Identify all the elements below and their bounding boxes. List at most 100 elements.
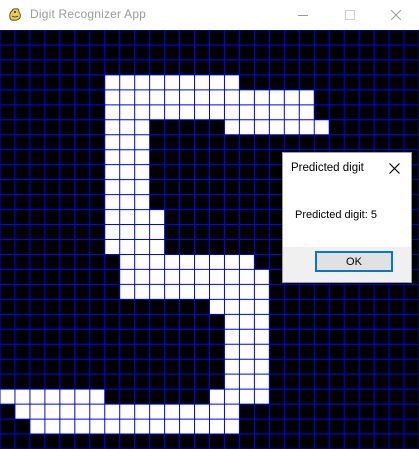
filled-pixel[interactable] [14,404,30,420]
filled-pixel[interactable] [44,419,60,435]
filled-pixel[interactable] [59,419,75,435]
filled-pixel[interactable] [209,104,225,120]
filled-pixel[interactable] [119,209,135,225]
filled-pixel[interactable] [134,104,150,120]
filled-pixel[interactable] [224,419,240,435]
dialog-close-button[interactable] [383,158,405,178]
filled-pixel[interactable] [119,134,135,150]
maximize-button[interactable] [327,0,373,30]
filled-pixel[interactable] [254,284,270,300]
filled-pixel[interactable] [254,299,270,315]
filled-pixel[interactable] [44,389,60,405]
filled-pixel[interactable] [119,179,135,195]
filled-pixel[interactable] [164,74,180,90]
filled-pixel[interactable] [149,404,165,420]
filled-pixel[interactable] [149,239,165,255]
filled-pixel[interactable] [74,404,90,420]
filled-pixel[interactable] [119,224,135,240]
filled-pixel[interactable] [239,359,255,375]
filled-pixel[interactable] [224,269,240,285]
filled-pixel[interactable] [134,74,150,90]
filled-pixel[interactable] [134,179,150,195]
filled-pixel[interactable] [134,209,150,225]
filled-pixel[interactable] [59,389,75,405]
filled-pixel[interactable] [134,194,150,210]
minimize-button[interactable] [280,0,326,30]
filled-pixel[interactable] [119,164,135,180]
filled-pixel[interactable] [179,104,195,120]
ok-button[interactable]: OK [315,251,393,272]
filled-pixel[interactable] [74,389,90,405]
filled-pixel[interactable] [119,119,135,135]
filled-pixel[interactable] [104,209,120,225]
filled-pixel[interactable] [149,74,165,90]
filled-pixel[interactable] [134,224,150,240]
filled-pixel[interactable] [224,329,240,345]
filled-pixel[interactable] [104,419,120,435]
filled-pixel[interactable] [134,164,150,180]
filled-pixel[interactable] [104,224,120,240]
filled-pixel[interactable] [14,389,30,405]
filled-pixel[interactable] [239,104,255,120]
filled-pixel[interactable] [179,404,195,420]
filled-pixel[interactable] [164,404,180,420]
filled-pixel[interactable] [209,89,225,105]
filled-pixel[interactable] [209,404,225,420]
filled-pixel[interactable] [254,389,270,405]
filled-pixel[interactable] [314,119,330,135]
filled-pixel[interactable] [134,149,150,165]
filled-pixel[interactable] [254,359,270,375]
filled-pixel[interactable] [149,89,165,105]
filled-pixel[interactable] [239,299,255,315]
filled-pixel[interactable] [284,104,300,120]
filled-pixel[interactable] [194,104,210,120]
filled-pixel[interactable] [104,179,120,195]
filled-pixel[interactable] [149,269,165,285]
filled-pixel[interactable] [194,89,210,105]
filled-pixel[interactable] [104,134,120,150]
filled-pixel[interactable] [239,314,255,330]
close-button[interactable] [373,0,419,30]
filled-pixel[interactable] [149,209,165,225]
filled-pixel[interactable] [239,284,255,300]
filled-pixel[interactable] [224,314,240,330]
filled-pixel[interactable] [194,419,210,435]
filled-pixel[interactable] [224,299,240,315]
filled-pixel[interactable] [134,269,150,285]
filled-pixel[interactable] [239,254,255,270]
filled-pixel[interactable] [149,104,165,120]
filled-pixel[interactable] [224,119,240,135]
filled-pixel[interactable] [269,89,285,105]
filled-pixel[interactable] [89,404,105,420]
filled-pixel[interactable] [209,74,225,90]
filled-pixel[interactable] [179,74,195,90]
filled-pixel[interactable] [134,419,150,435]
filled-pixel[interactable] [104,149,120,165]
filled-pixel[interactable] [299,104,315,120]
filled-pixel[interactable] [149,419,165,435]
filled-pixel[interactable] [164,284,180,300]
filled-pixel[interactable] [134,89,150,105]
filled-pixel[interactable] [29,404,45,420]
filled-pixel[interactable] [119,254,135,270]
filled-pixel[interactable] [269,104,285,120]
filled-pixel[interactable] [209,269,225,285]
filled-pixel[interactable] [209,284,225,300]
filled-pixel[interactable] [119,239,135,255]
filled-pixel[interactable] [299,89,315,105]
filled-pixel[interactable] [224,254,240,270]
filled-pixel[interactable] [104,74,120,90]
filled-pixel[interactable] [119,149,135,165]
filled-pixel[interactable] [164,104,180,120]
filled-pixel[interactable] [179,254,195,270]
filled-pixel[interactable] [209,389,225,405]
filled-pixel[interactable] [194,74,210,90]
filled-pixel[interactable] [119,89,135,105]
filled-pixel[interactable] [104,89,120,105]
filled-pixel[interactable] [179,419,195,435]
filled-pixel[interactable] [149,254,165,270]
filled-pixel[interactable] [254,269,270,285]
filled-pixel[interactable] [29,419,45,435]
filled-pixel[interactable] [89,389,105,405]
filled-pixel[interactable] [269,119,285,135]
